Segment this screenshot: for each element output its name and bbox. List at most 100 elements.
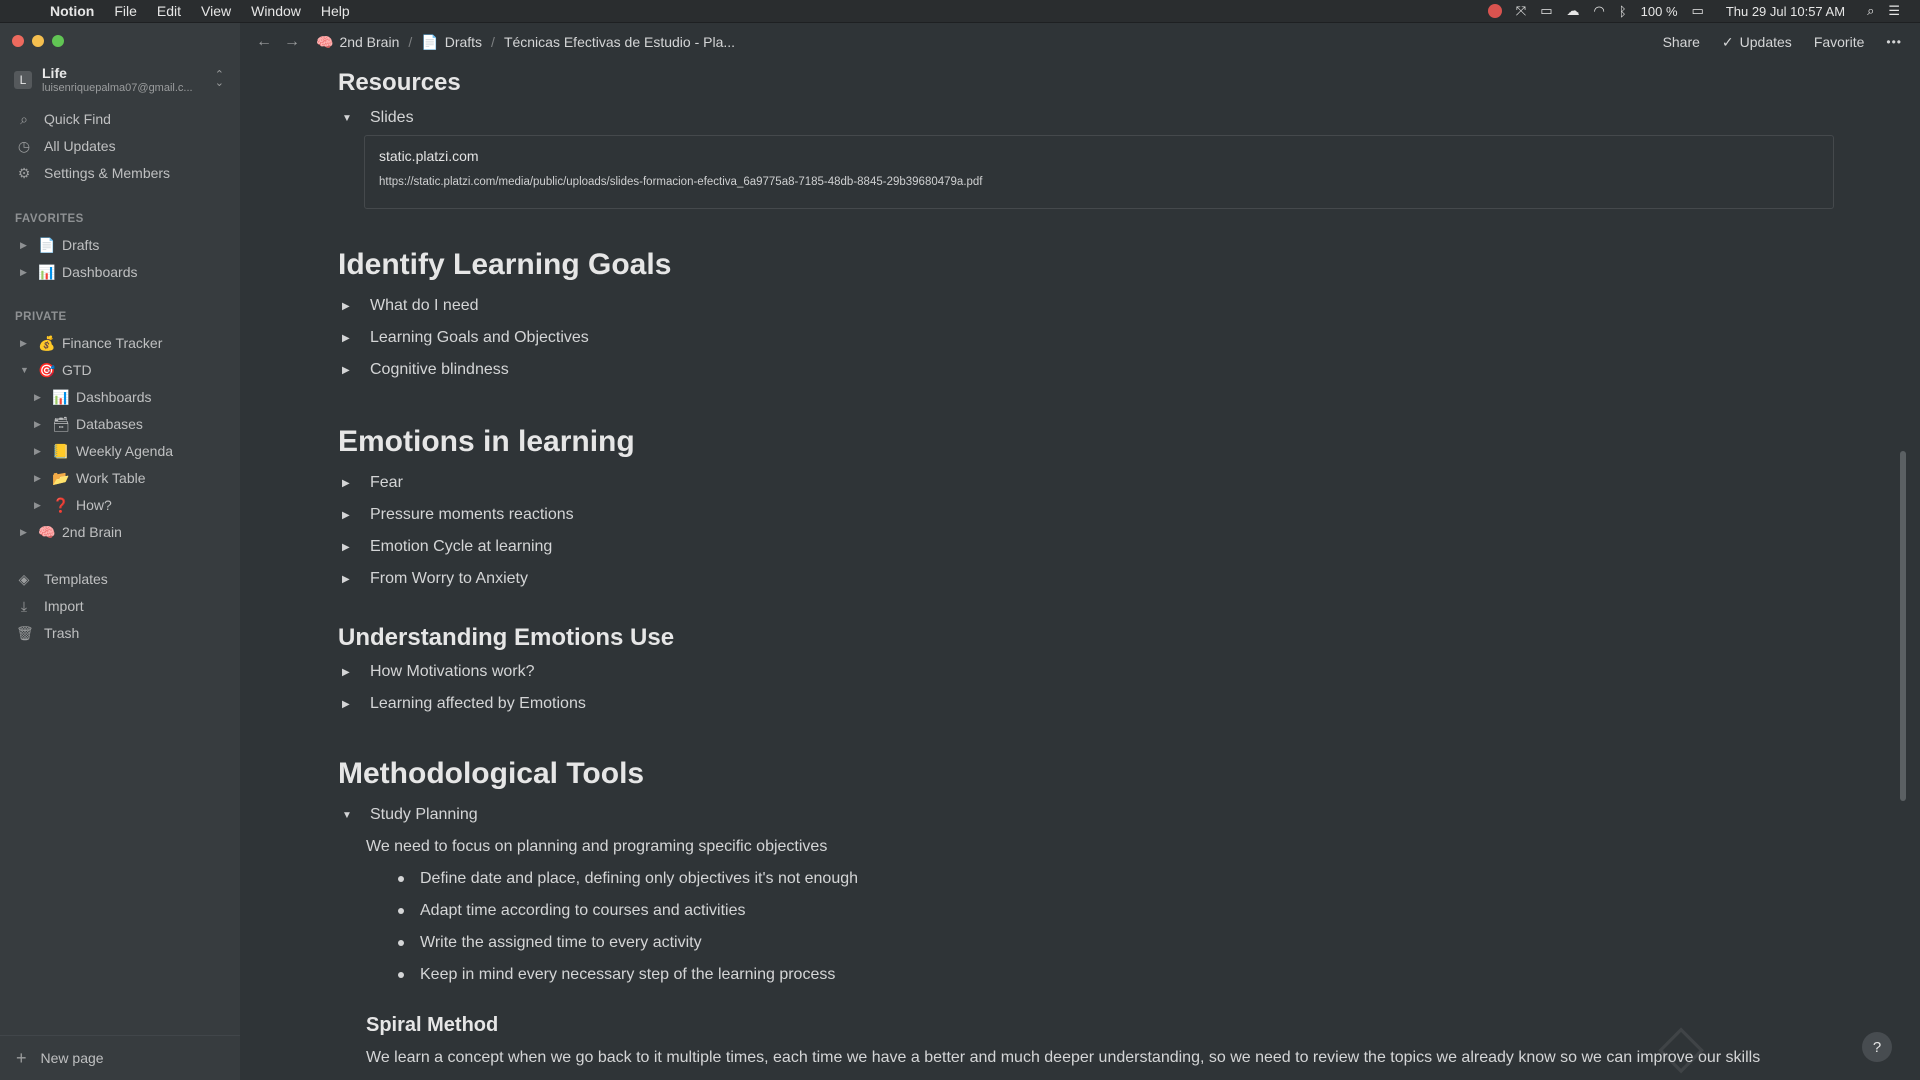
heading-identify-learning-goals[interactable]: Identify Learning Goals	[338, 248, 671, 282]
bluetooth-icon[interactable]: ᛒ	[1619, 4, 1627, 19]
display-icon[interactable]: ▭	[1540, 3, 1552, 19]
expand-icon[interactable]: ⤧	[1516, 3, 1526, 19]
battery-percent[interactable]: 100 %	[1641, 4, 1678, 19]
breadcrumb-drafts[interactable]: 📄 Drafts	[421, 34, 482, 51]
spiral-paragraph[interactable]: We learn a concept when we go back to it…	[366, 1049, 1760, 1067]
heading-spiral-method[interactable]: Spiral Method	[366, 1014, 498, 1037]
menu-window[interactable]: Window	[251, 3, 301, 19]
triangle-right-icon[interactable]: ▶	[342, 301, 356, 312]
triangle-right-icon[interactable]: ▶	[342, 574, 356, 585]
scrollbar[interactable]	[1900, 451, 1906, 801]
triangle-right-icon[interactable]: ▶	[20, 267, 32, 278]
list-item[interactable]: Write the assigned time to every activit…	[398, 934, 702, 952]
triangle-right-icon[interactable]: ▶	[20, 338, 32, 349]
sidebar-item-gtd[interactable]: ▼ 🎯 GTD	[20, 358, 240, 382]
toggle-cognitive-blindness[interactable]: ▶ Cognitive blindness	[342, 361, 509, 379]
import-label: Import	[44, 598, 84, 614]
triangle-right-icon[interactable]: ▶	[342, 542, 356, 553]
close-window-button[interactable]	[12, 35, 24, 47]
all-updates[interactable]: ◷ All Updates	[16, 134, 226, 158]
maximize-window-button[interactable]	[52, 35, 64, 47]
triangle-right-icon[interactable]: ▶	[342, 510, 356, 521]
quick-find[interactable]: ⌕ Quick Find	[16, 107, 226, 131]
toggle-slides[interactable]: ▼ Slides	[342, 109, 414, 127]
triangle-right-icon[interactable]: ▶	[34, 500, 46, 511]
toggle-learning-affected[interactable]: ▶ Learning affected by Emotions	[342, 695, 586, 713]
breadcrumb-2nd-brain[interactable]: 🧠 2nd Brain	[316, 34, 399, 51]
minimize-window-button[interactable]	[32, 35, 44, 47]
toggle-label: What do I need	[370, 297, 479, 314]
triangle-right-icon[interactable]: ▶	[342, 667, 356, 678]
sidebar-item-databases[interactable]: ▶ 🗃 Databases	[34, 412, 254, 436]
planning-paragraph[interactable]: We need to focus on planning and program…	[366, 838, 827, 856]
sidebar-item-2nd-brain[interactable]: ▶ 🧠 2nd Brain	[20, 520, 240, 544]
cloud-icon[interactable]: ☁	[1566, 3, 1579, 19]
more-options-icon[interactable]: •••	[1886, 35, 1902, 49]
toggle-pressure-moments[interactable]: ▶ Pressure moments reactions	[342, 506, 574, 524]
wifi-icon[interactable]: ◠	[1593, 3, 1604, 19]
battery-icon[interactable]: ▭	[1692, 3, 1704, 19]
toggle-learning-goals[interactable]: ▶ Learning Goals and Objectives	[342, 329, 589, 347]
favorite-button[interactable]: Favorite	[1814, 34, 1865, 50]
heading-resources[interactable]: Resources	[338, 69, 461, 97]
triangle-down-icon[interactable]: ▼	[342, 810, 356, 821]
triangle-right-icon[interactable]: ▶	[20, 240, 32, 251]
triangle-right-icon[interactable]: ▶	[34, 473, 46, 484]
triangle-down-icon[interactable]: ▼	[20, 365, 32, 375]
triangle-right-icon[interactable]: ▶	[342, 333, 356, 344]
list-item[interactable]: Keep in mind every necessary step of the…	[398, 966, 835, 984]
toggle-study-planning[interactable]: ▼ Study Planning	[342, 806, 478, 824]
sidebar-item-dashboards[interactable]: ▶ 📊 Dashboards	[20, 260, 240, 284]
back-arrow-icon[interactable]: ←	[256, 33, 272, 51]
triangle-down-icon[interactable]: ▼	[342, 113, 356, 124]
heading-emotions-in-learning[interactable]: Emotions in learning	[338, 425, 635, 459]
menu-edit[interactable]: Edit	[157, 3, 181, 19]
triangle-right-icon[interactable]: ▶	[34, 446, 46, 457]
spotlight-search-icon[interactable]: ⌕	[1867, 3, 1874, 19]
list-item[interactable]: Define date and place, defining only obj…	[398, 870, 858, 888]
toggle-label: Pressure moments reactions	[370, 506, 574, 523]
sidebar-item-gtd-dashboards[interactable]: ▶ 📊 Dashboards	[34, 385, 254, 409]
triangle-right-icon[interactable]: ▶	[34, 419, 46, 430]
toggle-what-do-i-need[interactable]: ▶ What do I need	[342, 297, 479, 315]
toggle-fear[interactable]: ▶ Fear	[342, 474, 403, 492]
search-icon: ⌕	[20, 110, 28, 127]
menu-file[interactable]: File	[114, 3, 137, 19]
list-item[interactable]: Adapt time according to courses and acti…	[398, 902, 746, 920]
toggle-worry-to-anxiety[interactable]: ▶ From Worry to Anxiety	[342, 570, 528, 588]
templates[interactable]: ◈ Templates	[16, 567, 226, 591]
triangle-right-icon[interactable]: ▶	[342, 478, 356, 489]
workspace-switcher[interactable]: L Life luisenriquepalma07@gmail.c... ⌃ ⌄	[14, 63, 226, 97]
menu-bar: Notion File Edit View Window Help ⤧ ▭ ☁ …	[0, 0, 1920, 23]
share-button[interactable]: Share	[1663, 34, 1700, 50]
updates-button[interactable]: ✓ Updates	[1722, 34, 1792, 51]
new-page-button[interactable]: + New page	[0, 1035, 240, 1080]
trash[interactable]: 🗑 Trash	[16, 621, 226, 645]
triangle-right-icon[interactable]: ▶	[20, 527, 32, 538]
menu-app-notion[interactable]: Notion	[50, 3, 94, 19]
settings-members[interactable]: ⚙ Settings & Members	[16, 161, 226, 185]
heading-methodological-tools[interactable]: Methodological Tools	[338, 757, 644, 791]
menu-help[interactable]: Help	[321, 3, 350, 19]
sidebar-item-finance-tracker[interactable]: ▶ 💰 Finance Tracker	[20, 331, 240, 355]
toggle-emotion-cycle[interactable]: ▶ Emotion Cycle at learning	[342, 538, 552, 556]
import[interactable]: ⤓ Import	[16, 594, 226, 618]
notification-app-icon[interactable]	[1487, 4, 1502, 18]
bullet-dot	[398, 940, 404, 946]
triangle-right-icon[interactable]: ▶	[342, 365, 356, 376]
clock[interactable]: Thu 29 Jul 10:57 AM	[1726, 4, 1845, 19]
sidebar-item-work-table[interactable]: ▶ 📂 Work Table	[34, 466, 254, 490]
forward-arrow-icon[interactable]: →	[284, 33, 300, 51]
sidebar-item-how[interactable]: ▶ ❓ How?	[34, 493, 254, 517]
help-button[interactable]: ?	[1862, 1032, 1892, 1062]
breadcrumb-current-page[interactable]: Técnicas Efectivas de Estudio - Pla...	[504, 34, 735, 50]
menu-view[interactable]: View	[201, 3, 231, 19]
triangle-right-icon[interactable]: ▶	[34, 392, 46, 403]
sidebar-item-drafts[interactable]: ▶ 📄 Drafts	[20, 233, 240, 257]
control-center-icon[interactable]: ☰	[1888, 3, 1900, 19]
bookmark-card[interactable]: static.platzi.com https://static.platzi.…	[364, 135, 1834, 209]
toggle-how-motivations-work[interactable]: ▶ How Motivations work?	[342, 663, 535, 681]
heading-understanding-emotions-use[interactable]: Understanding Emotions Use	[338, 624, 674, 652]
sidebar-item-weekly-agenda[interactable]: ▶ 📒 Weekly Agenda	[34, 439, 254, 463]
triangle-right-icon[interactable]: ▶	[342, 699, 356, 710]
